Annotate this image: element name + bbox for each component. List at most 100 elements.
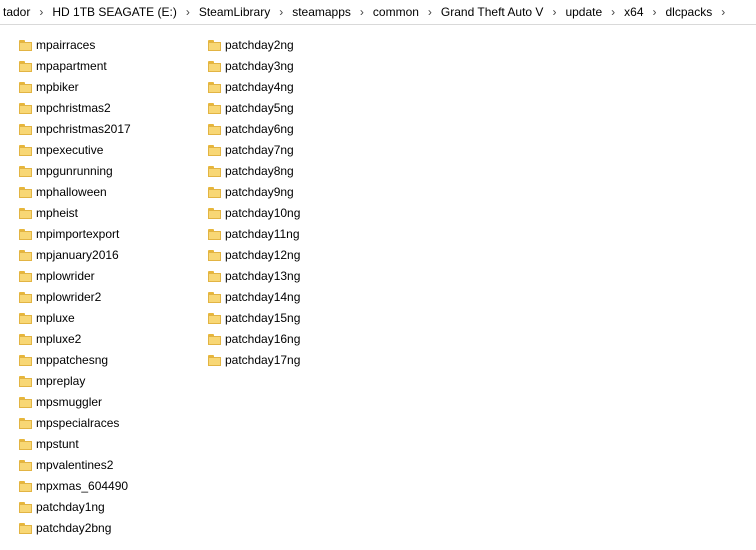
folder-item[interactable]: mpexecutive <box>19 140 204 161</box>
folder-item[interactable]: mpspecialraces <box>19 413 204 434</box>
folder-item[interactable]: mpgunrunning <box>19 161 204 182</box>
folder-item[interactable]: patchday3ng <box>208 56 393 77</box>
folder-item[interactable]: patchday7ng <box>208 140 393 161</box>
folder-item[interactable]: patchday16ng <box>208 329 393 350</box>
chevron-right-icon[interactable]: › <box>605 0 621 24</box>
folder-icon-body <box>19 63 32 72</box>
folder-item[interactable]: patchday4ng <box>208 77 393 98</box>
folder-item[interactable]: patchday12ng <box>208 245 393 266</box>
folder-icon <box>208 82 221 93</box>
folder-name: mpchristmas2 <box>36 101 111 115</box>
breadcrumb-item[interactable]: tador › <box>0 0 49 24</box>
folder-icon-body <box>208 357 221 366</box>
file-list[interactable]: mpairraces mpapartment mpbiker mpchristmas2… <box>0 24 756 550</box>
folder-item[interactable]: mpjanuary2016 <box>19 245 204 266</box>
chevron-right-icon[interactable]: › <box>546 0 562 24</box>
chevron-right-icon[interactable]: › <box>715 0 731 24</box>
folder-item[interactable]: patchday8ng <box>208 161 393 182</box>
folder-item[interactable]: mpluxe2 <box>19 329 204 350</box>
folder-item[interactable]: mpstunt <box>19 434 204 455</box>
folder-item[interactable]: mpapartment <box>19 56 204 77</box>
folder-name: mpstunt <box>36 437 79 451</box>
folder-icon <box>19 355 32 366</box>
folder-item[interactable]: patchday15ng <box>208 308 393 329</box>
folder-item[interactable]: mpluxe <box>19 308 204 329</box>
folder-icon <box>19 124 32 135</box>
folder-item[interactable]: patchday13ng <box>208 266 393 287</box>
chevron-right-icon[interactable]: › <box>273 0 289 24</box>
folder-item[interactable]: mpairraces <box>19 35 204 56</box>
folder-icon-body <box>208 63 221 72</box>
folder-icon-body <box>19 483 32 492</box>
folder-item[interactable]: mphalloween <box>19 182 204 203</box>
folder-item[interactable]: mpheist <box>19 203 204 224</box>
folder-item[interactable]: patchday6ng <box>208 119 393 140</box>
folder-icon <box>19 397 32 408</box>
breadcrumb-item[interactable]: common › <box>370 0 438 24</box>
folder-item[interactable]: patchday17ng <box>208 350 393 371</box>
folder-item[interactable]: mplowrider <box>19 266 204 287</box>
folder-item[interactable]: patchday11ng <box>208 224 393 245</box>
folder-name: mpgunrunning <box>36 164 113 178</box>
folder-item[interactable]: mpxmas_604490 <box>19 476 204 497</box>
folder-icon <box>19 271 32 282</box>
breadcrumb-item[interactable]: HD 1TB SEAGATE (E:) › <box>49 0 195 24</box>
breadcrumb-item[interactable]: update › <box>562 0 621 24</box>
folder-icon <box>208 355 221 366</box>
folder-item[interactable]: patchday2ng <box>208 35 393 56</box>
folder-item[interactable]: mppatchesng <box>19 350 204 371</box>
breadcrumb-item[interactable]: SteamLibrary › <box>196 0 289 24</box>
folder-item[interactable]: mpvalentines2 <box>19 455 204 476</box>
folder-name: mpimportexport <box>36 227 120 241</box>
folder-icon-body <box>208 294 221 303</box>
folder-icon <box>19 187 32 198</box>
folder-name: patchday5ng <box>225 101 294 115</box>
folder-item[interactable]: patchday14ng <box>208 287 393 308</box>
breadcrumb-item[interactable]: Grand Theft Auto V › <box>438 0 563 24</box>
folder-item[interactable]: mpchristmas2 <box>19 98 204 119</box>
folder-name: mpchristmas2017 <box>36 122 131 136</box>
chevron-right-icon[interactable]: › <box>354 0 370 24</box>
folder-item[interactable]: patchday1ng <box>19 497 204 518</box>
folder-name: mpluxe2 <box>36 332 82 346</box>
folder-item[interactable]: mplowrider2 <box>19 287 204 308</box>
folder-icon <box>19 145 32 156</box>
folder-icon-body <box>19 210 32 219</box>
folder-item[interactable]: mpchristmas2017 <box>19 119 204 140</box>
breadcrumb-label: x64 <box>624 5 644 19</box>
folder-name: mpapartment <box>36 59 107 73</box>
folder-icon-body <box>19 126 32 135</box>
chevron-right-icon[interactable]: › <box>180 0 196 24</box>
folder-item[interactable]: patchday5ng <box>208 98 393 119</box>
folder-name: mpheist <box>36 206 79 220</box>
breadcrumb-label: common <box>372 5 419 19</box>
folder-item[interactable]: mpimportexport <box>19 224 204 245</box>
chevron-right-icon[interactable]: › <box>33 0 49 24</box>
breadcrumb-item[interactable]: x64 › <box>621 0 662 24</box>
folder-item[interactable]: mpbiker <box>19 77 204 98</box>
folder-item[interactable]: mpsmuggler <box>19 392 204 413</box>
folder-name: patchday15ng <box>225 311 301 325</box>
folder-icon-body <box>208 189 221 198</box>
breadcrumb-item[interactable]: dlcpacks › <box>663 0 732 24</box>
folder-item[interactable]: patchday10ng <box>208 203 393 224</box>
folder-icon-body <box>208 336 221 345</box>
folder-icon <box>19 439 32 450</box>
folder-name: mpjanuary2016 <box>36 248 119 262</box>
folder-item[interactable]: patchday2bng <box>19 518 204 539</box>
folder-icon-body <box>208 252 221 261</box>
folder-icon <box>19 460 32 471</box>
folder-icon-body <box>19 105 32 114</box>
chevron-right-icon[interactable]: › <box>647 0 663 24</box>
folder-icon-body <box>19 189 32 198</box>
folder-icon <box>19 502 32 513</box>
address-bar[interactable]: tador › HD 1TB SEAGATE (E:) › SteamLibrary… <box>0 0 756 25</box>
folder-icon-body <box>19 231 32 240</box>
folder-item[interactable]: patchday9ng <box>208 182 393 203</box>
chevron-right-icon[interactable]: › <box>422 0 438 24</box>
folder-name: patchday7ng <box>225 143 294 157</box>
breadcrumb-label: update <box>565 5 603 19</box>
folder-icon <box>208 124 221 135</box>
folder-item[interactable]: mpreplay <box>19 371 204 392</box>
breadcrumb-item[interactable]: steamapps › <box>289 0 370 24</box>
